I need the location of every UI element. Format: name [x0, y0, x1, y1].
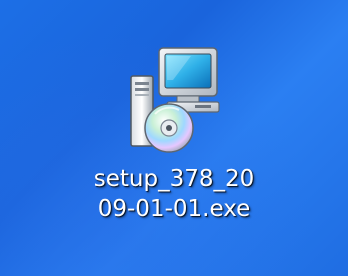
desktop-icon-label-line2: 09-01-01.exe	[97, 196, 251, 222]
desktop-icon-label-line1: setup_378_20	[93, 166, 255, 192]
desktop-background: setup_378_20 09-01-01.exe	[0, 0, 348, 276]
installer-setup-icon	[130, 47, 220, 153]
desktop-icon-setup-exe[interactable]: setup_378_20 09-01-01.exe	[64, 40, 284, 240]
desktop-icon-label: setup_378_20 09-01-01.exe	[64, 164, 284, 224]
